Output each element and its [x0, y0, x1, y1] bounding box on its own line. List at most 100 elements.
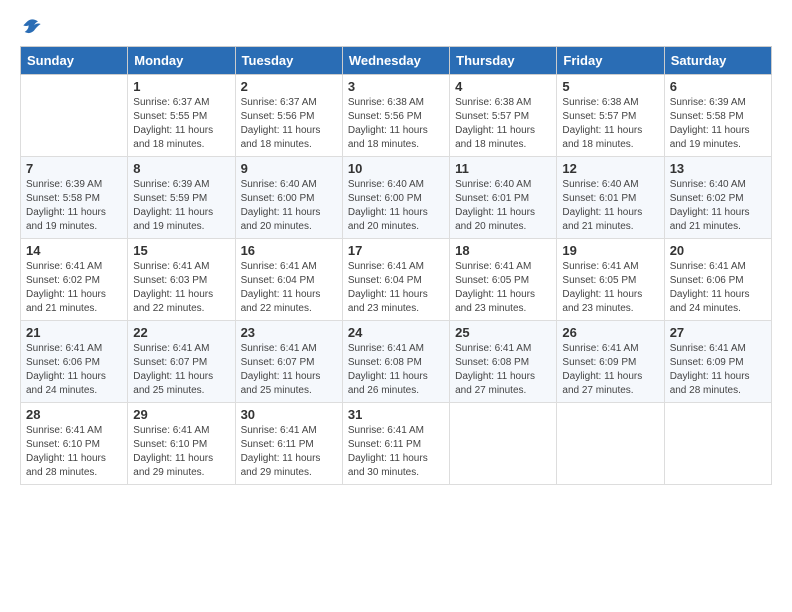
calendar-cell: 31 Sunrise: 6:41 AMSunset: 6:11 PMDayligh…	[342, 403, 449, 485]
day-number: 21	[26, 325, 122, 340]
day-number: 12	[562, 161, 658, 176]
calendar-cell: 25 Sunrise: 6:41 AMSunset: 6:08 PMDayligh…	[450, 321, 557, 403]
day-info: Sunrise: 6:39 AMSunset: 5:58 PMDaylight:…	[26, 178, 122, 234]
calendar-cell	[557, 403, 664, 485]
day-info: Sunrise: 6:41 AMSunset: 6:04 PMDaylight:…	[348, 260, 444, 316]
column-header-thursday: Thursday	[450, 47, 557, 75]
day-info: Sunrise: 6:41 AMSunset: 6:11 PMDaylight:…	[241, 424, 337, 480]
day-number: 31	[348, 407, 444, 422]
day-number: 23	[241, 325, 337, 340]
day-number: 28	[26, 407, 122, 422]
calendar-cell: 16 Sunrise: 6:41 AMSunset: 6:04 PMDayligh…	[235, 239, 342, 321]
calendar-cell: 1 Sunrise: 6:37 AMSunset: 5:55 PMDaylight…	[128, 75, 235, 157]
logo	[20, 16, 42, 36]
day-number: 4	[455, 79, 551, 94]
day-number: 10	[348, 161, 444, 176]
day-info: Sunrise: 6:41 AMSunset: 6:02 PMDaylight:…	[26, 260, 122, 316]
day-info: Sunrise: 6:41 AMSunset: 6:05 PMDaylight:…	[562, 260, 658, 316]
header-row: SundayMondayTuesdayWednesdayThursdayFrid…	[21, 47, 772, 75]
calendar-cell: 13 Sunrise: 6:40 AMSunset: 6:02 PMDayligh…	[664, 157, 771, 239]
day-number: 19	[562, 243, 658, 258]
calendar-cell: 4Sunrise: 6:38 AMSunset: 5:57 PMDaylight…	[450, 75, 557, 157]
calendar-cell: 24 Sunrise: 6:41 AMSunset: 6:08 PMDayligh…	[342, 321, 449, 403]
day-info: Sunrise: 6:38 AMSunset: 5:56 PMDaylight:…	[348, 96, 444, 152]
calendar-cell: 7Sunrise: 6:39 AMSunset: 5:58 PMDaylight…	[21, 157, 128, 239]
column-header-sunday: Sunday	[21, 47, 128, 75]
column-header-monday: Monday	[128, 47, 235, 75]
column-header-wednesday: Wednesday	[342, 47, 449, 75]
calendar-cell: 19 Sunrise: 6:41 AMSunset: 6:05 PMDayligh…	[557, 239, 664, 321]
calendar-cell: 23 Sunrise: 6:41 AMSunset: 6:07 PMDayligh…	[235, 321, 342, 403]
day-info: Sunrise: 6:41 AMSunset: 6:06 PMDaylight:…	[26, 342, 122, 398]
day-number: 16	[241, 243, 337, 258]
calendar-cell: 27 Sunrise: 6:41 AMSunset: 6:09 PMDayligh…	[664, 321, 771, 403]
calendar-table: SundayMondayTuesdayWednesdayThursdayFrid…	[20, 46, 772, 485]
day-info: Sunrise: 6:40 AMSunset: 6:01 PMDaylight:…	[562, 178, 658, 234]
calendar-cell: 26Sunrise: 6:41 AMSunset: 6:09 PMDayligh…	[557, 321, 664, 403]
day-number: 30	[241, 407, 337, 422]
day-number: 18	[455, 243, 551, 258]
day-number: 9	[241, 161, 337, 176]
day-info: Sunrise: 6:38 AMSunset: 5:57 PMDaylight:…	[562, 96, 658, 152]
day-number: 2	[241, 79, 337, 94]
day-number: 5	[562, 79, 658, 94]
week-row: 1 Sunrise: 6:37 AMSunset: 5:55 PMDaylight…	[21, 75, 772, 157]
day-info: Sunrise: 6:39 AMSunset: 5:59 PMDaylight:…	[133, 178, 229, 234]
week-row: 7Sunrise: 6:39 AMSunset: 5:58 PMDaylight…	[21, 157, 772, 239]
day-number: 6	[670, 79, 766, 94]
calendar-cell: 29 Sunrise: 6:41 AMSunset: 6:10 PMDayligh…	[128, 403, 235, 485]
calendar-cell: 9 Sunrise: 6:40 AMSunset: 6:00 PMDaylight…	[235, 157, 342, 239]
calendar-cell: 3 Sunrise: 6:38 AMSunset: 5:56 PMDaylight…	[342, 75, 449, 157]
calendar-cell: 30 Sunrise: 6:41 AMSunset: 6:11 PMDayligh…	[235, 403, 342, 485]
day-number: 29	[133, 407, 229, 422]
column-header-saturday: Saturday	[664, 47, 771, 75]
calendar-cell: 2 Sunrise: 6:37 AMSunset: 5:56 PMDaylight…	[235, 75, 342, 157]
day-info: Sunrise: 6:41 AMSunset: 6:08 PMDaylight:…	[455, 342, 551, 398]
day-number: 22	[133, 325, 229, 340]
calendar-cell: 18 Sunrise: 6:41 AMSunset: 6:05 PMDayligh…	[450, 239, 557, 321]
page-header	[20, 16, 772, 36]
day-info: Sunrise: 6:37 AMSunset: 5:56 PMDaylight:…	[241, 96, 337, 152]
day-number: 13	[670, 161, 766, 176]
calendar-cell: 5 Sunrise: 6:38 AMSunset: 5:57 PMDaylight…	[557, 75, 664, 157]
day-info: Sunrise: 6:41 AMSunset: 6:09 PMDaylight:…	[670, 342, 766, 398]
day-number: 1	[133, 79, 229, 94]
day-info: Sunrise: 6:40 AMSunset: 6:02 PMDaylight:…	[670, 178, 766, 234]
calendar-cell: 28 Sunrise: 6:41 AMSunset: 6:10 PMDayligh…	[21, 403, 128, 485]
calendar-cell	[450, 403, 557, 485]
column-header-friday: Friday	[557, 47, 664, 75]
day-number: 27	[670, 325, 766, 340]
week-row: 14 Sunrise: 6:41 AMSunset: 6:02 PMDayligh…	[21, 239, 772, 321]
day-info: Sunrise: 6:41 AMSunset: 6:05 PMDaylight:…	[455, 260, 551, 316]
calendar-cell: 20Sunrise: 6:41 AMSunset: 6:06 PMDayligh…	[664, 239, 771, 321]
calendar-cell: 12 Sunrise: 6:40 AMSunset: 6:01 PMDayligh…	[557, 157, 664, 239]
week-row: 21 Sunrise: 6:41 AMSunset: 6:06 PMDayligh…	[21, 321, 772, 403]
day-info: Sunrise: 6:41 AMSunset: 6:07 PMDaylight:…	[241, 342, 337, 398]
day-number: 17	[348, 243, 444, 258]
column-header-tuesday: Tuesday	[235, 47, 342, 75]
day-info: Sunrise: 6:41 AMSunset: 6:08 PMDaylight:…	[348, 342, 444, 398]
day-info: Sunrise: 6:40 AMSunset: 6:01 PMDaylight:…	[455, 178, 551, 234]
calendar-cell: 10Sunrise: 6:40 AMSunset: 6:00 PMDayligh…	[342, 157, 449, 239]
day-info: Sunrise: 6:41 AMSunset: 6:07 PMDaylight:…	[133, 342, 229, 398]
day-info: Sunrise: 6:41 AMSunset: 6:04 PMDaylight:…	[241, 260, 337, 316]
day-number: 25	[455, 325, 551, 340]
day-info: Sunrise: 6:41 AMSunset: 6:10 PMDaylight:…	[133, 424, 229, 480]
logo-bird-icon	[22, 16, 42, 36]
day-info: Sunrise: 6:39 AMSunset: 5:58 PMDaylight:…	[670, 96, 766, 152]
day-number: 26	[562, 325, 658, 340]
calendar-cell: 11 Sunrise: 6:40 AMSunset: 6:01 PMDayligh…	[450, 157, 557, 239]
calendar-cell: 17 Sunrise: 6:41 AMSunset: 6:04 PMDayligh…	[342, 239, 449, 321]
day-info: Sunrise: 6:41 AMSunset: 6:11 PMDaylight:…	[348, 424, 444, 480]
day-number: 24	[348, 325, 444, 340]
calendar-cell: 14 Sunrise: 6:41 AMSunset: 6:02 PMDayligh…	[21, 239, 128, 321]
day-number: 3	[348, 79, 444, 94]
day-number: 20	[670, 243, 766, 258]
day-number: 14	[26, 243, 122, 258]
day-info: Sunrise: 6:41 AMSunset: 6:10 PMDaylight:…	[26, 424, 122, 480]
day-number: 11	[455, 161, 551, 176]
calendar-cell: 22 Sunrise: 6:41 AMSunset: 6:07 PMDayligh…	[128, 321, 235, 403]
day-info: Sunrise: 6:40 AMSunset: 6:00 PMDaylight:…	[241, 178, 337, 234]
day-info: Sunrise: 6:37 AMSunset: 5:55 PMDaylight:…	[133, 96, 229, 152]
day-number: 15	[133, 243, 229, 258]
